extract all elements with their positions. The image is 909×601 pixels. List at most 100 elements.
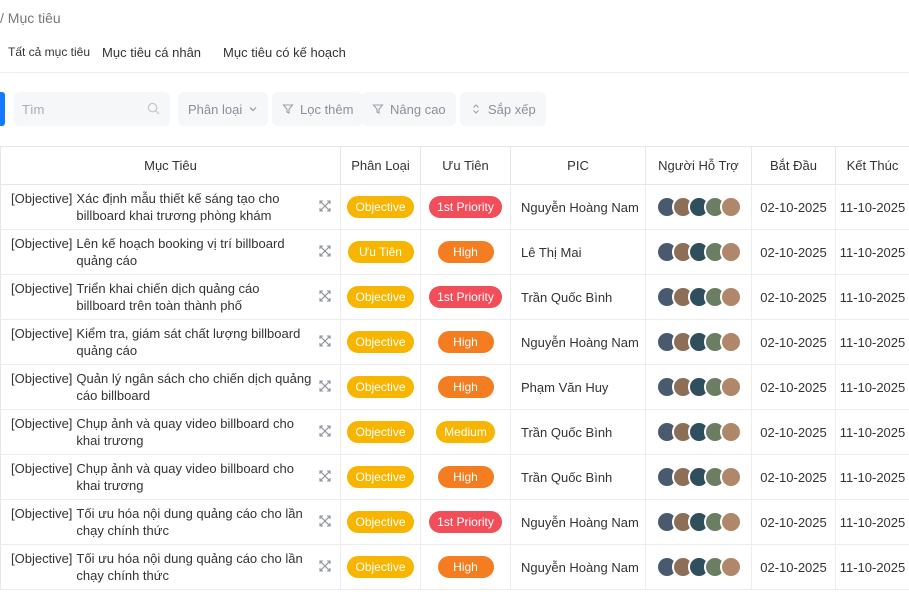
goal-title[interactable]: Chụp ảnh và quay video billboard cho kha… <box>76 415 312 449</box>
end-date: 11-10-2025 <box>835 454 909 500</box>
avatar[interactable] <box>719 376 742 398</box>
advanced-filter-label: Nâng cao <box>390 101 446 117</box>
supporters-cell <box>645 364 752 410</box>
goal-title[interactable]: Quản lý ngân sách cho chiến dịch quảng c… <box>76 370 312 404</box>
goal-cell: [Objective] Quản lý ngân sách cho chiến … <box>0 364 341 410</box>
column-header-start[interactable]: Bắt Đầu <box>751 146 836 185</box>
goal-title[interactable]: Triển khai chiến dịch quảng cáo billboar… <box>76 280 312 314</box>
tab-personal-goals[interactable]: Mục tiêu cá nhân <box>102 45 201 60</box>
priority-cell: High <box>420 319 511 365</box>
search-input[interactable] <box>14 92 144 126</box>
priority-badge[interactable]: High <box>437 556 494 578</box>
goal-title[interactable]: Lên kế hoạch booking vị trí billboard qu… <box>76 235 312 269</box>
end-date: 11-10-2025 <box>835 499 909 545</box>
avatar[interactable] <box>719 286 742 308</box>
avatar[interactable] <box>719 331 742 353</box>
priority-cell: Medium <box>420 409 511 455</box>
table-row[interactable]: [Objective] Tối ưu hóa nội dung quảng cá… <box>0 544 909 590</box>
table-row[interactable]: [Objective] Tối ưu hóa nội dung quảng cá… <box>0 499 909 545</box>
type-cell: Objective <box>340 184 421 230</box>
type-badge[interactable]: Objective <box>347 196 414 218</box>
goal-title[interactable]: Kiểm tra, giám sát chất lượng billboard … <box>76 325 312 359</box>
priority-cell: 1st Priority <box>420 499 511 545</box>
avatar[interactable] <box>719 511 742 533</box>
goals-table: Mục Tiêu Phân Loại Ưu Tiên PIC Người Hỗ … <box>0 146 909 590</box>
type-badge[interactable]: Objective <box>347 556 414 578</box>
pic-name: Nguyễn Hoàng Nam <box>510 184 646 230</box>
supporters-cell <box>645 409 752 455</box>
column-header-goal[interactable]: Mục Tiêu <box>0 146 341 185</box>
avatar[interactable] <box>719 241 742 263</box>
avatar[interactable] <box>719 196 742 218</box>
expand-icon[interactable] <box>318 334 332 348</box>
priority-badge[interactable]: 1st Priority <box>429 511 502 533</box>
advanced-filter-button[interactable]: Nâng cao <box>362 92 456 126</box>
priority-badge[interactable]: 1st Priority <box>429 286 502 308</box>
expand-icon[interactable] <box>318 289 332 303</box>
type-badge[interactable]: Ưu Tiên <box>347 241 414 263</box>
column-header-pic[interactable]: PIC <box>510 146 646 185</box>
expand-icon[interactable] <box>318 199 332 213</box>
start-date: 02-10-2025 <box>751 544 836 590</box>
table-row[interactable]: [Objective] Chụp ảnh và quay video billb… <box>0 409 909 455</box>
column-header-priority[interactable]: Ưu Tiên <box>420 146 511 185</box>
expand-icon[interactable] <box>318 514 332 528</box>
expand-icon[interactable] <box>318 424 332 438</box>
pic-name: Trần Quốc Bình <box>510 274 646 320</box>
goal-title[interactable]: Tối ưu hóa nội dung quảng cáo cho lần ch… <box>76 505 312 539</box>
expand-icon[interactable] <box>318 469 332 483</box>
expand-icon[interactable] <box>318 379 332 393</box>
priority-badge[interactable]: High <box>437 376 494 398</box>
type-badge[interactable]: Objective <box>347 331 414 353</box>
column-header-supporters[interactable]: Người Hỗ Trợ <box>645 146 752 185</box>
avatar[interactable] <box>719 421 742 443</box>
table-row[interactable]: [Objective] Quản lý ngân sách cho chiến … <box>0 364 909 410</box>
goal-title[interactable]: Tối ưu hóa nội dung quảng cáo cho lần ch… <box>76 550 312 584</box>
sort-button[interactable]: Sắp xếp <box>460 92 546 126</box>
type-badge[interactable]: Objective <box>347 286 414 308</box>
type-cell: Objective <box>340 544 421 590</box>
table-row[interactable]: [Objective] Kiểm tra, giám sát chất lượn… <box>0 319 909 365</box>
tab-planned-goals[interactable]: Mục tiêu có kế hoạch <box>223 45 346 60</box>
supporters-cell <box>645 499 752 545</box>
table-row[interactable]: [Objective] Triển khai chiến dịch quảng … <box>0 274 909 320</box>
classify-dropdown[interactable]: Phân loại <box>178 92 269 126</box>
goal-title[interactable]: Chụp ảnh và quay video billboard cho kha… <box>76 460 312 494</box>
priority-badge[interactable]: High <box>437 331 494 353</box>
table-header-row: Mục Tiêu Phân Loại Ưu Tiên PIC Người Hỗ … <box>0 146 909 185</box>
table-row[interactable]: [Objective] Xác định mẫu thiết kế sáng t… <box>0 184 909 230</box>
priority-badge[interactable]: Medium <box>436 421 495 443</box>
add-button-edge[interactable] <box>0 92 5 126</box>
table-row[interactable]: [Objective] Lên kế hoạch booking vị trí … <box>0 229 909 275</box>
type-badge[interactable]: Objective <box>347 376 414 398</box>
expand-icon[interactable] <box>318 244 332 258</box>
type-cell: Objective <box>340 409 421 455</box>
expand-icon[interactable] <box>318 559 332 573</box>
search-icon[interactable] <box>147 102 160 115</box>
sort-label: Sắp xếp <box>488 101 536 117</box>
type-badge[interactable]: Objective <box>347 421 414 443</box>
table-row[interactable]: [Objective] Chụp ảnh và quay video billb… <box>0 454 909 500</box>
column-header-end[interactable]: Kết Thúc <box>835 146 909 185</box>
column-header-type[interactable]: Phân Loại <box>340 146 421 185</box>
priority-badge[interactable]: High <box>437 466 494 488</box>
priority-cell: 1st Priority <box>420 274 511 320</box>
end-date: 11-10-2025 <box>835 319 909 365</box>
type-badge[interactable]: Objective <box>347 511 414 533</box>
filter-more-button[interactable]: Lọc thêm <box>272 92 364 126</box>
tab-all-goals[interactable]: Tất cả mục tiêu <box>8 45 90 60</box>
start-date: 02-10-2025 <box>751 499 836 545</box>
avatar[interactable] <box>719 466 742 488</box>
priority-badge[interactable]: High <box>437 241 494 263</box>
type-badge[interactable]: Objective <box>347 466 414 488</box>
toolbar: Phân loại Lọc thêm Nâng cao Sắp xếp <box>0 92 909 126</box>
avatar[interactable] <box>719 556 742 578</box>
breadcrumb[interactable]: / Mục tiêu <box>0 10 61 26</box>
goal-tabs: Tất cả mục tiêu Mục tiêu cá nhân Mục tiê… <box>8 45 368 60</box>
goal-title[interactable]: Xác định mẫu thiết kế sáng tạo cho billb… <box>76 190 312 224</box>
goal-prefix: [Objective] <box>11 416 73 431</box>
priority-badge[interactable]: 1st Priority <box>429 196 502 218</box>
pic-name: Lê Thị Mai <box>510 229 646 275</box>
filter-icon <box>282 104 294 114</box>
type-cell: Objective <box>340 499 421 545</box>
